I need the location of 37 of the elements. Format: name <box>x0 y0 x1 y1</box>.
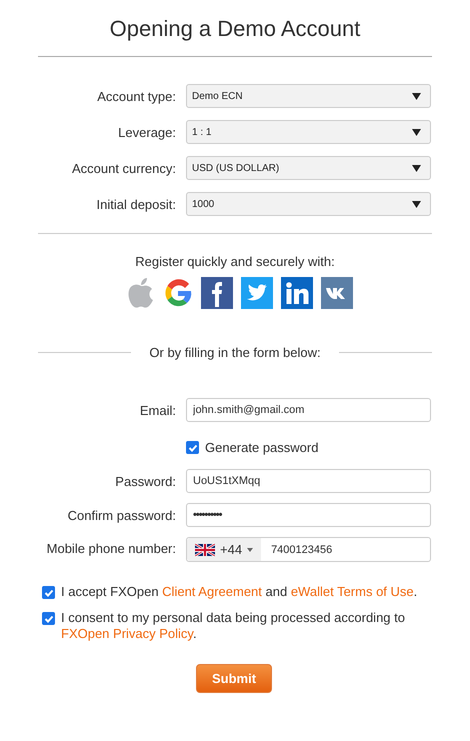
select-field[interactable]: 1000 <box>186 192 431 216</box>
country-code: +44 <box>220 542 242 557</box>
field-label: Email: <box>138 402 176 418</box>
facebook-icon[interactable] <box>201 277 233 309</box>
checkbox-label: Generate password <box>205 440 318 455</box>
email-field[interactable]: john.smith@gmail.com <box>186 398 431 422</box>
checkbox[interactable] <box>42 612 55 625</box>
twitter-icon[interactable] <box>241 277 273 309</box>
caret-icon <box>412 200 421 208</box>
register-heading: Register quickly and securely with: <box>135 254 335 269</box>
linkedin-icon[interactable] <box>281 277 313 309</box>
vk-icon[interactable] <box>321 277 353 309</box>
select-field[interactable]: USD (US DOLLAR) <box>186 156 431 180</box>
page-title: Opening a Demo Account <box>110 15 360 43</box>
caret-icon <box>247 548 254 552</box>
field-label: Account currency: <box>70 160 176 176</box>
password-field[interactable]: UoUS1tXMqq <box>186 469 431 493</box>
field-label: Account type: <box>96 88 176 104</box>
caret-icon <box>412 92 421 100</box>
flag-icon <box>195 544 215 556</box>
select-field[interactable]: Demo ECN <box>186 84 431 108</box>
google-icon[interactable] <box>163 277 193 309</box>
caret-icon <box>412 128 421 136</box>
checkbox[interactable] <box>42 586 55 599</box>
field-label: Leverage: <box>117 124 176 140</box>
consent-text: I accept FXOpen Client Agreement and eWallet Terms of Use. <box>61 584 418 600</box>
field-label: Mobile phone number: <box>46 542 176 557</box>
separator-text: Or by filling in the form below: <box>149 345 321 360</box>
confirm-password-field[interactable]: •••••••••• <box>186 503 431 527</box>
select-field[interactable]: 1 : 1 <box>186 120 431 144</box>
field-label: Password: <box>114 474 176 488</box>
phone-field[interactable]: +44 7400123456 <box>186 537 431 562</box>
consent-text: I consent to my personal data being processed according to FXOpen Privacy Policy. <box>61 610 406 642</box>
field-label: Confirm password: <box>66 508 176 522</box>
checkbox[interactable] <box>186 441 199 454</box>
caret-icon <box>412 164 421 172</box>
field-label: Initial deposit: <box>96 196 176 212</box>
